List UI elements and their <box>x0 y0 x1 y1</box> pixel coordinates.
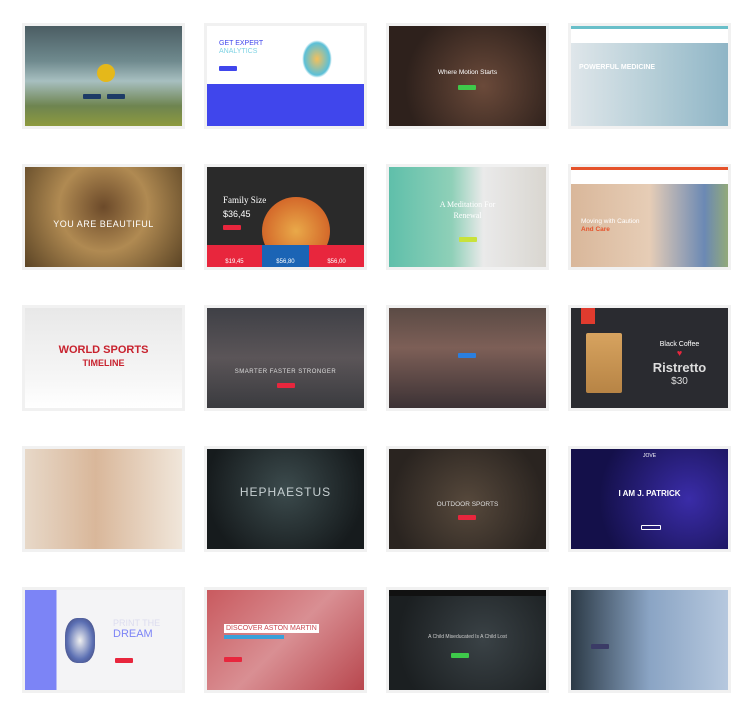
price: $19,45 <box>225 259 244 265</box>
template-card-teacher[interactable] <box>571 590 728 690</box>
headline: Renewal <box>453 211 482 220</box>
template-card-team[interactable] <box>389 308 546 408</box>
headline: And Care <box>581 226 610 233</box>
cta-button <box>458 85 476 90</box>
cta-button <box>458 353 476 358</box>
heart-icon: ♥ <box>676 348 683 358</box>
template-card-outdoor[interactable]: OUTDOOR SPORTS <box>389 449 546 549</box>
cta-button <box>458 515 476 520</box>
coffee-bag-image <box>586 333 622 393</box>
price-band: $56,80 <box>261 245 310 267</box>
headline: A Child Miseducated Is A Child Lost <box>428 634 507 640</box>
price: $30 <box>671 376 688 387</box>
cta-button <box>591 644 609 649</box>
template-card-mountain[interactable] <box>25 26 182 126</box>
price: $56,00 <box>327 259 346 265</box>
headline: DREAM <box>113 628 153 640</box>
headline: GET EXPERT <box>219 40 264 47</box>
cta-button <box>451 653 469 658</box>
template-card-woman[interactable] <box>25 449 182 549</box>
illustration <box>302 40 332 78</box>
headline: A Meditation For <box>439 200 496 209</box>
nav-bar <box>571 26 728 43</box>
headline: Moving with Caution <box>581 218 640 225</box>
headline: Black Coffee <box>659 341 700 348</box>
order-button <box>223 225 241 230</box>
template-card-moving[interactable]: Moving with Caution And Care <box>571 167 728 267</box>
price-band: $19,45 <box>207 245 262 267</box>
cta-button <box>83 94 101 99</box>
template-card-sports[interactable]: WORLD SPORTS TIMELINE <box>25 308 182 408</box>
cta-button <box>277 383 295 388</box>
template-card-motion[interactable]: Where Motion Starts <box>389 26 546 126</box>
template-card-beauty[interactable]: YOU ARE BEAUTIFUL <box>25 167 182 267</box>
cta-button <box>107 94 125 99</box>
panda-illustration <box>65 618 95 663</box>
template-card-education[interactable]: A Child Miseducated Is A Child Lost <box>389 590 546 690</box>
logo: JOVE <box>642 453 657 459</box>
headline: Ristretto <box>652 360 707 375</box>
template-card-print[interactable]: PRINT THE DREAM <box>25 590 182 690</box>
cta-button <box>641 525 661 530</box>
template-card-aston[interactable]: DISCOVER ASTON MARTIN <box>207 590 364 690</box>
template-card-pizza[interactable]: Family Size $36,45 $19,45 $56,80 $56,00 <box>207 167 364 267</box>
headline: SMARTER FASTER STRONGER <box>234 369 337 375</box>
logo-icon <box>581 308 595 324</box>
headline: Family Size <box>223 195 267 205</box>
logo-icon <box>97 64 115 82</box>
price: $36,45 <box>223 209 251 219</box>
headline: POWERFUL MEDICINE <box>579 64 656 71</box>
headline: OUTDOOR SPORTS <box>436 501 499 508</box>
headline: TIMELINE <box>82 358 125 368</box>
headline: DISCOVER ASTON MARTIN <box>224 624 319 633</box>
headline: ANALYTICS <box>219 48 258 55</box>
headline: WORLD SPORTS <box>58 344 149 356</box>
template-grid: GET EXPERT ANALYTICS Where Motion Starts… <box>25 26 728 690</box>
price-band: $56,00 <box>309 245 364 267</box>
cta-button <box>224 657 242 662</box>
template-card-analytics[interactable]: GET EXPERT ANALYTICS <box>207 26 364 126</box>
cta-button <box>219 66 237 71</box>
headline: HEPHAESTUS <box>239 485 332 499</box>
subtitle-bar <box>224 635 284 639</box>
template-card-medicine[interactable]: POWERFUL MEDICINE <box>571 26 728 126</box>
price: $56,80 <box>276 259 295 265</box>
headline: PRINT THE <box>113 618 161 628</box>
headline: Where Motion Starts <box>437 69 498 76</box>
headline: YOU ARE BEAUTIFUL <box>53 219 154 229</box>
template-card-gaming[interactable]: HEPHAESTUS <box>207 449 364 549</box>
template-card-meditation[interactable]: A Meditation For Renewal <box>389 167 546 267</box>
cta-button <box>115 658 133 663</box>
template-card-coffee[interactable]: Black Coffee ♥ Ristretto $30 <box>571 308 728 408</box>
nav-bar <box>571 167 728 184</box>
cta-button <box>459 237 477 242</box>
template-card-fitness[interactable]: SMARTER FASTER STRONGER <box>207 308 364 408</box>
nav-bar <box>389 590 546 596</box>
headline: I AM J. PATRICK <box>618 489 681 498</box>
template-card-portfolio[interactable]: JOVE I AM J. PATRICK <box>571 449 728 549</box>
